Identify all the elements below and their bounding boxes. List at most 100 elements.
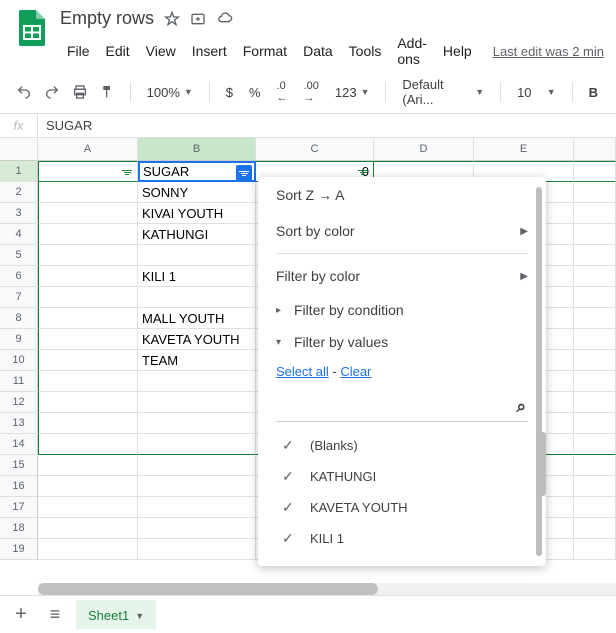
col-header-B[interactable]: B [138,138,256,161]
row-header[interactable]: 14 [0,434,38,455]
row-header[interactable]: 19 [0,539,38,560]
cell[interactable] [574,455,616,476]
select-all-link[interactable]: Select all [276,364,329,379]
col-header-D[interactable]: D [374,138,474,161]
row-header[interactable]: 10 [0,350,38,371]
sheets-logo[interactable] [12,8,52,48]
cell[interactable] [138,392,256,413]
cell[interactable] [38,182,138,203]
paint-format-button[interactable] [96,79,120,105]
formula-input[interactable]: SUGAR [38,118,92,133]
cell[interactable] [574,245,616,266]
filter-value-item[interactable]: ✓(Blanks) [276,430,528,461]
filter-by-condition[interactable]: ▸Filter by condition [258,294,546,326]
cell[interactable] [38,392,138,413]
row-header[interactable]: 3 [0,203,38,224]
cell[interactable]: SUGAR [138,161,256,182]
cloud-icon[interactable] [216,11,234,27]
filter-search[interactable]: ⌕ [276,393,528,422]
cell[interactable] [138,455,256,476]
row-header[interactable]: 4 [0,224,38,245]
row-header[interactable]: 5 [0,245,38,266]
cell[interactable]: KILI 1 [138,266,256,287]
values-scrollbar[interactable] [540,432,546,496]
cell[interactable]: TEAM [138,350,256,371]
all-sheets-button[interactable]: ≡ [42,602,68,628]
cell[interactable] [574,287,616,308]
row-header[interactable]: 16 [0,476,38,497]
row-header[interactable]: 17 [0,497,38,518]
cell[interactable] [574,497,616,518]
zoom-select[interactable]: 100%▼ [141,85,199,100]
sort-by-color[interactable]: Sort by color▶ [258,213,546,249]
sheet-menu-icon[interactable]: ▼ [135,611,144,621]
bold-button[interactable]: B [583,85,604,100]
row-header[interactable]: 12 [0,392,38,413]
filter-value-item[interactable]: ✓KILI 1 [276,523,528,554]
col-header-E[interactable]: E [474,138,574,161]
cell[interactable] [38,350,138,371]
print-button[interactable] [68,79,92,105]
row-header[interactable]: 7 [0,287,38,308]
menu-insert[interactable]: Insert [185,39,234,63]
horizontal-scrollbar[interactable] [38,583,616,595]
cell[interactable] [38,497,138,518]
cell[interactable] [38,224,138,245]
cell[interactable] [38,203,138,224]
cell[interactable]: KIVAI YOUTH [138,203,256,224]
cell[interactable] [38,371,138,392]
cell[interactable] [138,371,256,392]
clear-link[interactable]: Clear [340,364,371,379]
cell[interactable] [38,455,138,476]
cell[interactable] [574,308,616,329]
cell[interactable] [38,518,138,539]
row-header[interactable]: 18 [0,518,38,539]
menu-edit[interactable]: Edit [99,39,137,63]
filter-value-item[interactable]: ✓KATHUNGI [276,461,528,492]
sort-za[interactable]: Sort Z → A [258,177,546,213]
last-edit-link[interactable]: Last edit was 2 min [493,44,604,59]
row-header[interactable]: 9 [0,329,38,350]
row-header[interactable]: 2 [0,182,38,203]
menu-view[interactable]: View [139,39,183,63]
cell[interactable] [574,266,616,287]
cell[interactable] [574,371,616,392]
star-icon[interactable] [164,11,180,27]
cell[interactable] [574,413,616,434]
cell[interactable] [138,287,256,308]
number-format-select[interactable]: 123▼ [329,85,376,100]
row-header[interactable]: 13 [0,413,38,434]
increase-decimal-button[interactable]: .00→ [298,80,325,104]
row-header[interactable]: 8 [0,308,38,329]
menu-format[interactable]: Format [236,39,294,63]
cell[interactable] [38,308,138,329]
cell[interactable] [574,329,616,350]
font-select[interactable]: Default (Ari...▼ [396,77,490,107]
cell[interactable] [574,224,616,245]
cell[interactable] [138,476,256,497]
sheet-tab[interactable]: Sheet1▼ [76,600,156,629]
select-all-corner[interactable] [0,138,38,161]
filter-by-color[interactable]: Filter by color▶ [258,258,546,294]
row-header[interactable]: 1 [0,161,38,182]
cell[interactable] [574,161,616,182]
filter-by-values[interactable]: ▾Filter by values [258,326,546,358]
menu-addons[interactable]: Add-ons [390,31,434,71]
cell[interactable] [574,203,616,224]
menu-data[interactable]: Data [296,39,340,63]
cell[interactable] [38,434,138,455]
cell[interactable] [138,413,256,434]
menu-help[interactable]: Help [436,39,479,63]
cell[interactable]: KAVETA YOUTH [138,329,256,350]
filter-search-input[interactable] [278,400,516,415]
cell[interactable] [38,413,138,434]
cell[interactable] [138,539,256,560]
cell[interactable] [38,329,138,350]
cell[interactable] [574,350,616,371]
cell[interactable] [38,287,138,308]
cell[interactable]: KATHUNGI [138,224,256,245]
cell[interactable] [138,518,256,539]
cell[interactable] [38,476,138,497]
doc-title[interactable]: Empty rows [60,8,154,29]
cell[interactable] [38,245,138,266]
